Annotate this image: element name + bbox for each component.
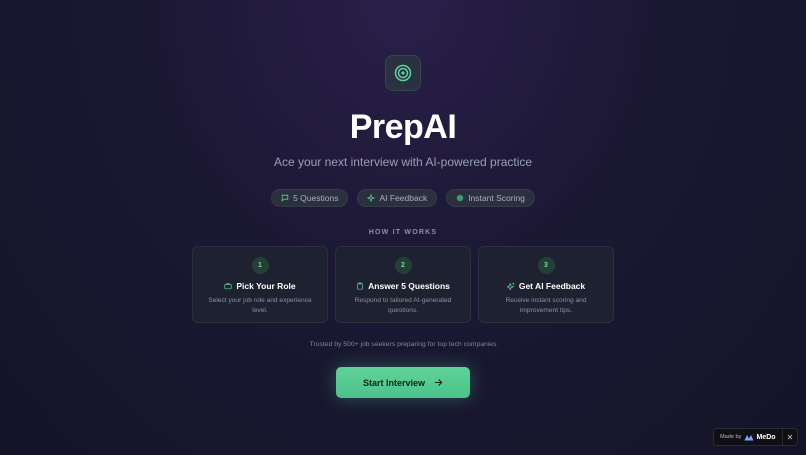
app-logo bbox=[385, 55, 421, 91]
clipboard-icon bbox=[357, 282, 363, 290]
made-by-label: Made by bbox=[720, 434, 742, 440]
feature-pill-label: AI Feedback bbox=[379, 193, 428, 203]
step-title-row: Answer 5 Questions bbox=[356, 281, 450, 291]
feature-pill-label: 5 Questions bbox=[293, 193, 339, 203]
step-description: Receive instant scoring and improvement … bbox=[505, 297, 587, 314]
feature-pill-feedback: AI Feedback bbox=[357, 189, 438, 207]
step-title: Pick Your Role bbox=[236, 281, 296, 291]
how-it-works-heading: HOW IT WORKS bbox=[368, 229, 438, 236]
step-title: Get AI Feedback bbox=[518, 281, 586, 291]
page-subtitle: Ace your next interview with AI-powered … bbox=[273, 155, 533, 169]
arrow-right-icon bbox=[434, 379, 443, 386]
feature-pill-scoring: Instant Scoring bbox=[446, 189, 535, 207]
steps-list: 1 Pick Your Role Select your job role an… bbox=[192, 246, 614, 323]
medo-logo-icon bbox=[744, 434, 754, 440]
trusted-text: Trusted by 500+ job seekers preparing fo… bbox=[309, 341, 497, 348]
feature-pills: 5 Questions AI Feedback Instant Scoring bbox=[0, 189, 806, 207]
page-title: PrepAI bbox=[349, 108, 457, 146]
step-description: Select your job role and experience leve… bbox=[208, 297, 312, 314]
step-number: 1 bbox=[251, 257, 269, 274]
feature-pill-label: Instant Scoring bbox=[468, 193, 525, 203]
feature-pill-questions: 5 Questions bbox=[271, 189, 349, 207]
sparkle-icon bbox=[367, 194, 376, 202]
start-interview-label: Start Interview bbox=[362, 377, 426, 388]
chat-icon bbox=[281, 194, 289, 202]
briefcase-icon bbox=[224, 283, 232, 290]
step-description: Respond to tailored AI-generated questio… bbox=[354, 297, 452, 314]
step-number: 3 bbox=[537, 257, 555, 274]
made-by-badge[interactable]: Made by MeDo ✕ bbox=[713, 428, 798, 446]
medo-brand: MeDo bbox=[756, 433, 776, 441]
target-icon bbox=[394, 64, 412, 82]
step-title-row: Get AI Feedback bbox=[506, 281, 586, 291]
step-number: 2 bbox=[394, 257, 412, 274]
dot-icon bbox=[457, 194, 464, 202]
step-card: 3 Get AI Feedback Receive instant scorin… bbox=[478, 246, 614, 323]
step-card: 1 Pick Your Role Select your job role an… bbox=[192, 246, 328, 323]
start-interview-button[interactable]: Start Interview bbox=[336, 367, 470, 398]
step-title-row: Pick Your Role bbox=[224, 281, 296, 291]
step-title: Answer 5 Questions bbox=[368, 281, 450, 291]
sparkle-icon bbox=[506, 282, 515, 290]
close-icon[interactable]: ✕ bbox=[782, 429, 797, 445]
step-card: 2 Answer 5 Questions Respond to tailored… bbox=[335, 246, 471, 323]
